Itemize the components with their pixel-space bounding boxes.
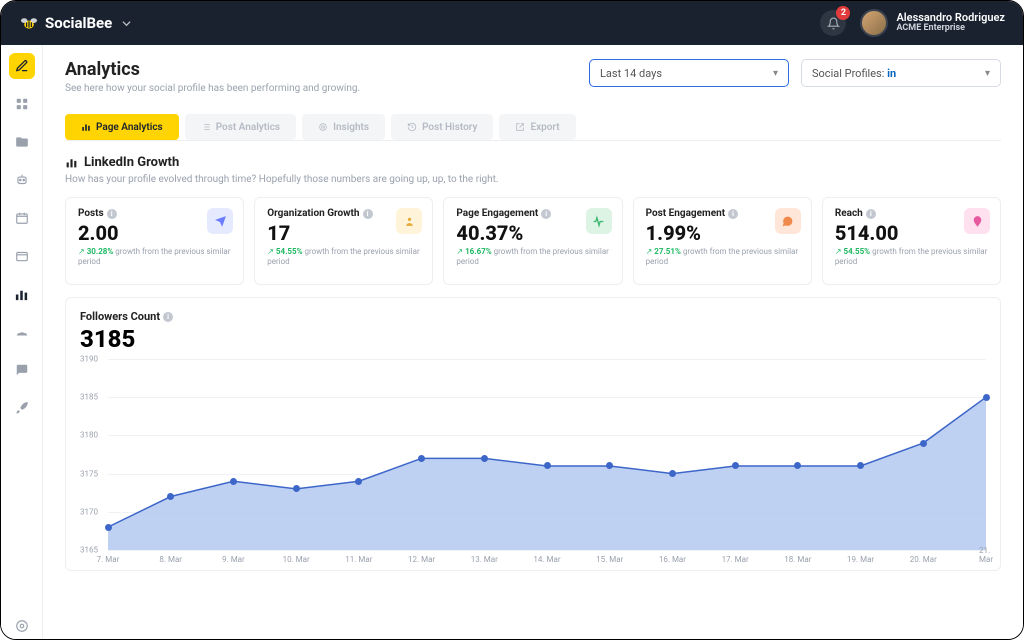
notifications-button[interactable]: 2	[820, 10, 846, 36]
info-icon[interactable]: i	[866, 209, 876, 219]
tab-post-analytics[interactable]: Post Analytics	[185, 114, 296, 140]
tab-insights[interactable]: Insights	[302, 114, 385, 140]
chat-icon	[775, 208, 801, 234]
avatar	[860, 9, 888, 37]
date-range-select[interactable]: Last 14 days ▾	[589, 59, 789, 87]
section-title: LinkedIn Growth	[65, 155, 1001, 170]
tab-post-history[interactable]: Post History	[391, 114, 493, 140]
followers-chart: Followers Count i 3185 31653170317531803…	[65, 297, 1001, 571]
notification-badge: 2	[836, 6, 850, 20]
tab-export[interactable]: Export	[499, 114, 575, 140]
card-reach: Reach i 514.00 ↗ 54.55% growth from the …	[822, 197, 1001, 285]
sidebar-calendar[interactable]	[9, 205, 35, 231]
followers-total: 3185	[80, 325, 986, 353]
info-icon[interactable]: i	[728, 209, 738, 219]
app-header: SocialBee 2 Alessandro Rodriguez ACME En…	[1, 1, 1023, 45]
bee-logo-icon	[19, 15, 39, 31]
target-icon	[318, 122, 328, 132]
chart-bar-icon	[65, 156, 78, 169]
card-page-engagement: Page Engagement i 40.37% ↗ 16.67% growth…	[443, 197, 622, 285]
sidebar-engage[interactable]	[9, 319, 35, 345]
chevron-down-icon: ▾	[773, 68, 778, 79]
pulse-icon	[586, 208, 612, 234]
info-icon[interactable]: i	[541, 209, 551, 219]
chevron-down-icon: ▾	[985, 68, 990, 79]
chart-plot-area: 3165317031753180318531907. Mar8. Mar9. M…	[80, 359, 986, 564]
analytics-tabs: Page Analytics Post Analytics Insights P…	[65, 114, 1001, 141]
users-icon	[396, 208, 422, 234]
export-icon	[515, 122, 525, 132]
card-post-engagement: Post Engagement i 1.99% ↗ 27.51% growth …	[633, 197, 812, 285]
sidebar-compose[interactable]	[9, 53, 35, 79]
sidebar-dashboard[interactable]	[9, 91, 35, 117]
page-subtitle: See here how your social profile has bee…	[65, 83, 577, 94]
card-posts: Posts i 2.00 ↗ 30.28% growth from the pr…	[65, 197, 244, 285]
main-content: Analytics See here how your social profi…	[43, 45, 1023, 639]
tab-page-analytics[interactable]: Page Analytics	[65, 114, 179, 140]
list-icon	[201, 122, 211, 132]
chevron-down-icon	[122, 14, 131, 32]
reach-icon	[964, 208, 990, 234]
brand-switcher[interactable]: SocialBee	[19, 14, 131, 32]
section-subtitle: How has your profile evolved through tim…	[65, 174, 1001, 185]
chart-bar-icon	[81, 122, 91, 132]
brand-name: SocialBee	[45, 14, 112, 32]
sidebar-grow[interactable]	[9, 395, 35, 421]
user-company: ACME Enterprise	[896, 24, 1005, 34]
sidebar-content[interactable]	[9, 129, 35, 155]
info-icon[interactable]: i	[107, 209, 117, 219]
info-icon[interactable]: i	[363, 209, 373, 219]
sidebar-settings[interactable]	[9, 613, 35, 639]
user-menu[interactable]: Alessandro Rodriguez ACME Enterprise	[860, 9, 1005, 37]
send-icon	[207, 208, 233, 234]
sidebar-inbox[interactable]	[9, 357, 35, 383]
sidebar	[1, 45, 43, 639]
page-title: Analytics	[65, 59, 577, 80]
sidebar-ai[interactable]	[9, 167, 35, 193]
sidebar-analytics[interactable]	[9, 281, 35, 307]
profile-select[interactable]: Social Profiles: in ▾	[801, 59, 1001, 87]
info-icon[interactable]: i	[163, 312, 173, 322]
history-icon	[407, 122, 417, 132]
sidebar-schedule[interactable]	[9, 243, 35, 269]
card-org-growth: Organization Growth i 17 ↗ 54.55% growth…	[254, 197, 433, 285]
kpi-cards: Posts i 2.00 ↗ 30.28% growth from the pr…	[65, 197, 1001, 285]
